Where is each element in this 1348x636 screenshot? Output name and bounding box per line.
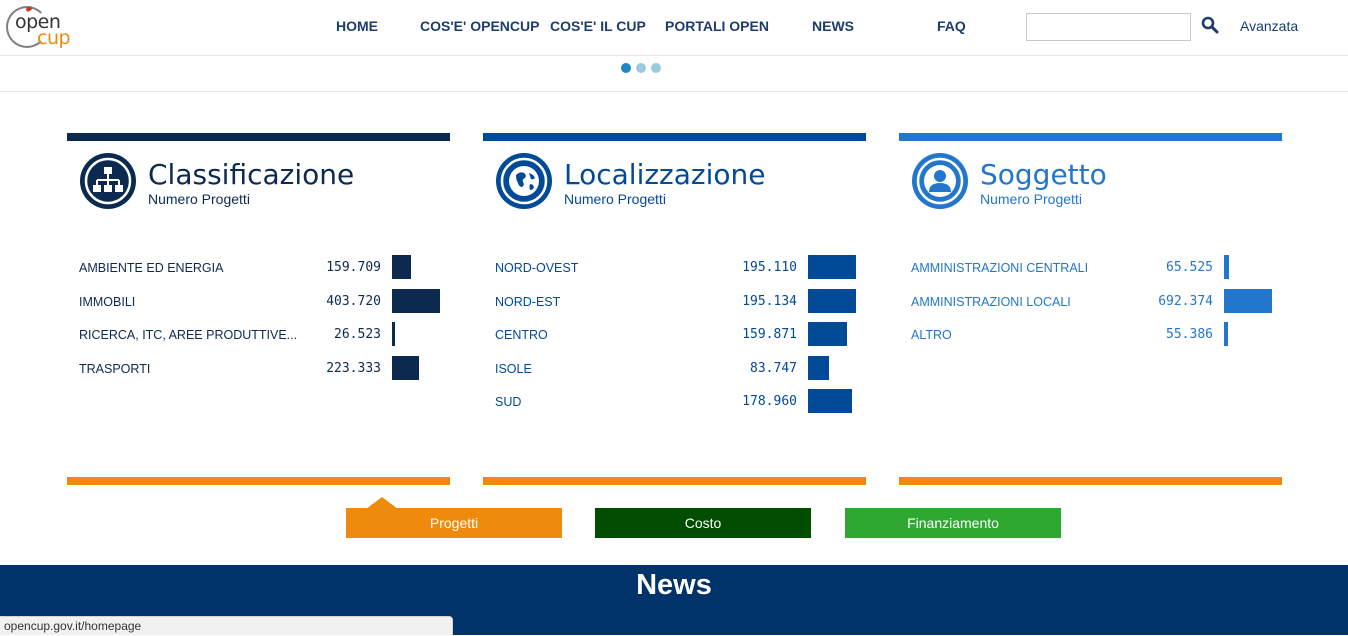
hierarchy-icon bbox=[80, 153, 136, 209]
logo-word-cup: cup bbox=[37, 27, 71, 49]
panel-soggetto: Soggetto Numero Progetti AMMINISTRAZIONI… bbox=[899, 133, 1282, 485]
panel-top-bar bbox=[483, 133, 866, 141]
row-label: AMBIENTE ED ENERGIA bbox=[79, 261, 224, 275]
carousel-dots bbox=[621, 60, 666, 73]
tab-finanziamento[interactable]: Finanziamento bbox=[845, 508, 1061, 538]
row-label: AMMINISTRAZIONI LOCALI bbox=[911, 294, 1071, 309]
table-row[interactable]: TRASPORTI 223.333 bbox=[79, 355, 449, 382]
row-value: 83.747 bbox=[750, 360, 797, 376]
table-row[interactable]: IMMOBILI 403.720 bbox=[79, 288, 449, 315]
panel-subtitle: Numero Progetti bbox=[564, 191, 666, 207]
row-value: 55.386 bbox=[1166, 327, 1213, 343]
row-label: ALTRO bbox=[911, 328, 952, 343]
news-heading: News bbox=[636, 569, 712, 601]
row-value: 65.525 bbox=[1166, 260, 1213, 275]
nav-cose-il-cup[interactable]: COS'E' IL CUP bbox=[550, 18, 646, 34]
row-label: ISOLE bbox=[495, 361, 532, 376]
row-value: 159.871 bbox=[742, 327, 797, 343]
row-bar bbox=[808, 288, 856, 313]
search-button[interactable] bbox=[1200, 16, 1220, 36]
row-bar bbox=[392, 255, 411, 279]
row-label: IMMOBILI bbox=[79, 294, 136, 309]
globe-icon bbox=[496, 153, 552, 209]
table-row[interactable]: SUD 178.960 bbox=[495, 389, 865, 415]
row-bar bbox=[392, 355, 419, 380]
carousel-dot-1[interactable] bbox=[621, 63, 631, 73]
row-value: 403.720 bbox=[326, 293, 381, 309]
table-row[interactable]: RICERCA, ITC, AREE PRODUTTIVE... 26.523 bbox=[79, 322, 449, 348]
table-row[interactable]: AMMINISTRAZIONI LOCALI 692.374 bbox=[911, 288, 1281, 315]
nav-home[interactable]: HOME bbox=[336, 18, 378, 34]
row-value: 195.110 bbox=[742, 260, 797, 275]
row-bar bbox=[808, 322, 847, 347]
tab-progetti[interactable]: Progetti bbox=[346, 508, 562, 538]
panel-subtitle: Numero Progetti bbox=[148, 191, 250, 207]
nav-faq[interactable]: FAQ bbox=[937, 18, 966, 34]
advanced-search-link[interactable]: Avanzata bbox=[1240, 18, 1298, 34]
tab-costo[interactable]: Costo bbox=[595, 508, 811, 538]
row-value: 223.333 bbox=[326, 360, 381, 376]
row-value: 195.134 bbox=[742, 293, 797, 309]
header: open cup HOME COS'E' OPENCUP COS'E' IL C… bbox=[0, 0, 1348, 56]
table-row[interactable]: AMMINISTRAZIONI CENTRALI 65.525 bbox=[911, 255, 1281, 281]
table-row[interactable]: ISOLE 83.747 bbox=[495, 355, 865, 382]
row-value: 692.374 bbox=[1158, 293, 1213, 309]
row-label: RICERCA, ITC, AREE PRODUTTIVE... bbox=[79, 328, 298, 343]
row-bar bbox=[808, 389, 852, 414]
table-row[interactable]: NORD-EST 195.134 bbox=[495, 288, 865, 315]
carousel-dot-3[interactable] bbox=[651, 63, 661, 73]
row-label: SUD bbox=[495, 395, 522, 410]
panel-bottom-bar bbox=[483, 477, 866, 485]
table-row[interactable]: NORD-OVEST 195.110 bbox=[495, 255, 865, 281]
nav-news[interactable]: NEWS bbox=[812, 18, 854, 34]
row-label: NORD-EST bbox=[495, 294, 561, 309]
panel-bottom-bar bbox=[899, 477, 1282, 485]
search-input[interactable] bbox=[1026, 13, 1191, 41]
panel-bottom-bar bbox=[67, 477, 450, 485]
row-label: TRASPORTI bbox=[79, 361, 151, 376]
row-label: AMMINISTRAZIONI CENTRALI bbox=[911, 261, 1089, 275]
section-divider bbox=[0, 91, 1348, 92]
carousel-dot-2[interactable] bbox=[636, 63, 646, 73]
panel-classificazione: Classificazione Numero Progetti AMBIENTE… bbox=[67, 133, 450, 485]
user-icon bbox=[912, 153, 968, 209]
browser-status-bar: opencup.gov.it/homepage bbox=[0, 616, 453, 635]
panel-localizzazione: Localizzazione Numero Progetti NORD-OVES… bbox=[483, 133, 866, 485]
row-bar bbox=[808, 255, 856, 279]
row-bar bbox=[392, 288, 440, 313]
row-bar bbox=[808, 355, 829, 380]
row-label: CENTRO bbox=[495, 328, 548, 343]
panel-subtitle: Numero Progetti bbox=[980, 191, 1082, 207]
row-value: 26.523 bbox=[334, 327, 381, 343]
table-row[interactable]: ALTRO 55.386 bbox=[911, 322, 1281, 348]
panel-title: Soggetto bbox=[980, 158, 1107, 191]
panel-title: Classificazione bbox=[148, 158, 355, 191]
table-row[interactable]: CENTRO 159.871 bbox=[495, 322, 865, 348]
row-bar bbox=[1224, 322, 1228, 347]
panel-title: Localizzazione bbox=[564, 158, 766, 191]
table-row[interactable]: AMBIENTE ED ENERGIA 159.709 bbox=[79, 255, 449, 281]
row-bar bbox=[1224, 288, 1272, 313]
search-icon bbox=[1201, 16, 1219, 34]
row-bar bbox=[392, 322, 395, 347]
nav-cose-opencup[interactable]: COS'E' OPENCUP bbox=[420, 18, 539, 34]
panel-top-bar bbox=[67, 133, 450, 141]
row-bar bbox=[1224, 255, 1229, 279]
opencup-logo[interactable]: open cup bbox=[6, 3, 72, 51]
panel-top-bar bbox=[899, 133, 1282, 141]
row-label: NORD-OVEST bbox=[495, 261, 579, 275]
nav-portali-open[interactable]: PORTALI OPEN bbox=[665, 18, 769, 34]
row-value: 178.960 bbox=[742, 394, 797, 410]
row-value: 159.709 bbox=[326, 260, 381, 275]
